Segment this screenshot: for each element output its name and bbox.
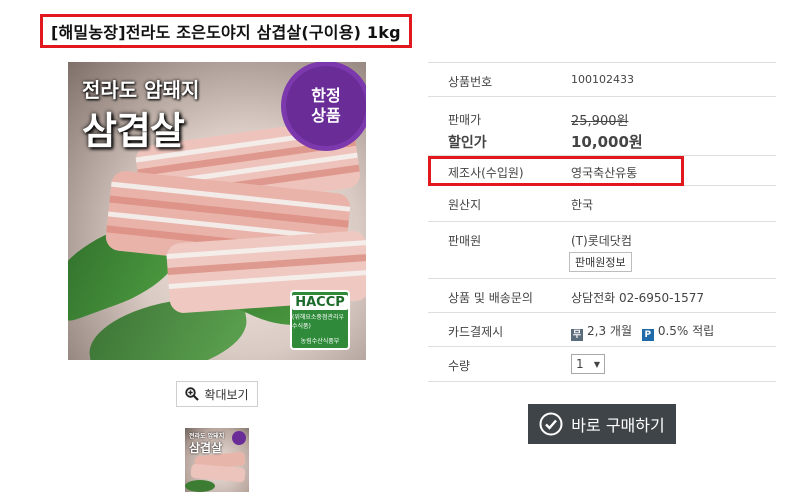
product-info-table: 상품번호 100102433 판매가 25,900원 할인가 10,000원 제… [428,62,776,382]
seller-label: 판매원 [448,234,482,248]
haccp-certification-badge: HACCP (위해요소중점관리우수식품) 농림수산식품부 [290,290,350,350]
row-origin: 원산지 한국 [428,185,776,221]
row-price: 판매가 25,900원 할인가 10,000원 [428,96,776,155]
inquiry-value: 상담전화 02-6950-1577 [571,291,704,305]
price-label: 판매가 [448,113,482,127]
product-image[interactable]: 전라도 암돼지 삼겹살 한정 상품 HACCP (위해요소중점관리우수식품) 농… [68,62,366,360]
image-caption-small: 전라도 암돼지 [82,78,200,102]
buy-now-label: 바로 구매하기 [571,416,665,435]
row-card-benefit: 카드결제시 무 2,3 개월 P 0.5% 적립 [428,312,776,346]
seller-info-button[interactable]: 판매원정보 [569,252,632,272]
product-number-value: 100102433 [571,73,634,86]
quantity-select[interactable]: 1 ▼ [571,354,605,374]
product-thumbnail[interactable]: 전라도 암돼지 삼겹살 [185,428,249,492]
buy-now-button[interactable]: 바로 구매하기 [528,404,676,444]
limited-edition-badge: 한정 상품 [286,66,366,146]
image-caption-large: 삼겹살 [82,109,185,153]
sale-price-label: 할인가 [448,135,487,151]
row-product-number: 상품번호 100102433 [428,62,776,96]
origin-value: 한국 [571,198,594,212]
original-price: 25,900원 [571,114,629,129]
points-icon: P [641,329,654,341]
quantity-label: 수량 [448,359,471,373]
manufacturer-highlight [428,156,684,186]
installment-icon: 무 [571,329,583,341]
zoom-label: 확대보기 [204,387,249,402]
installment-value: 2,3 개월 [587,324,632,338]
seller-value: (T)롯데닷컴 [571,234,632,248]
row-inquiry: 상품 및 배송문의 상담전화 02-6950-1577 [428,278,776,312]
product-title: [해밀농장]전라도 조은도야지 삼겹살(구이용) 1kg [51,23,401,42]
points-value: 0.5% 적립 [657,324,715,338]
check-circle-icon [539,412,563,436]
sale-price-value: 10,000원 [571,133,643,151]
inquiry-label: 상품 및 배송문의 [448,291,533,305]
row-quantity: 수량 1 ▼ [428,346,776,381]
product-number-label: 상품번호 [448,75,493,89]
card-label: 카드결제시 [448,325,504,339]
zoom-button[interactable]: 확대보기 [176,381,258,407]
chevron-down-icon: ▼ [593,359,600,369]
product-title-highlight: [해밀농장]전라도 조은도야지 삼겹살(구이용) 1kg [40,14,412,48]
row-seller: 판매원 (T)롯데닷컴 판매원정보 [428,221,776,278]
magnifier-plus-icon [185,387,200,401]
origin-label: 원산지 [448,198,482,212]
card-benefit: 무 2,3 개월 P 0.5% 적립 [571,322,714,341]
